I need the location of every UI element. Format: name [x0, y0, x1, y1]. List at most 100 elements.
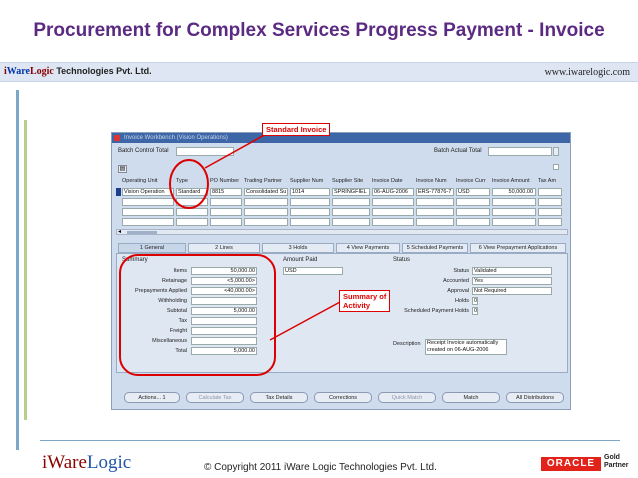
- empty-cell[interactable]: [122, 198, 174, 206]
- col-header: Type: [176, 178, 188, 184]
- corrections-button[interactable]: Corrections: [314, 392, 372, 403]
- tax-details-button[interactable]: Tax Details: [250, 392, 308, 403]
- general-panel: Summary Amount Paid Status Items 50,000.0…: [116, 253, 568, 373]
- summary-label: Freight: [169, 328, 187, 334]
- row-selector[interactable]: [116, 188, 121, 196]
- col-header: Invoice Curr: [456, 178, 486, 184]
- calculate-tax-button[interactable]: Calculate Tax: [186, 392, 244, 403]
- cell[interactable]: USD: [456, 188, 490, 196]
- empty-cell[interactable]: [372, 208, 414, 216]
- tab-lines[interactable]: 2 Lines: [188, 243, 260, 253]
- empty-cell[interactable]: [416, 218, 454, 226]
- description-field[interactable]: Receipt Invoice automatically created on…: [425, 339, 507, 355]
- match-button[interactable]: Match: [442, 392, 500, 403]
- empty-cell[interactable]: [176, 208, 208, 216]
- col-header: Supplier Num: [290, 178, 324, 184]
- col-header: Tax Am: [538, 178, 557, 184]
- status-value[interactable]: 0: [472, 307, 478, 315]
- batch-actual-total-field[interactable]: [488, 147, 552, 156]
- scroll-thumb[interactable]: [127, 231, 157, 234]
- all-distributions-button[interactable]: All Distributions: [506, 392, 564, 403]
- tab-general[interactable]: 1 General: [118, 243, 186, 253]
- empty-cell[interactable]: [176, 198, 208, 206]
- empty-cell[interactable]: [122, 218, 174, 226]
- cell-type[interactable]: Standard: [176, 188, 208, 196]
- folder-icon[interactable]: ▤: [118, 165, 127, 173]
- empty-cell[interactable]: [290, 208, 330, 216]
- status-label: Status: [453, 268, 469, 274]
- cell[interactable]: 1014: [290, 188, 330, 196]
- tab-scheduled-payments[interactable]: 5 Scheduled Payments: [402, 243, 468, 253]
- cell[interactable]: 06-AUG-2006: [372, 188, 414, 196]
- summary-label: Subtotal: [166, 308, 187, 314]
- horizontal-scrollbar[interactable]: ◂: [116, 229, 568, 235]
- summary-value[interactable]: [191, 337, 257, 345]
- empty-cell[interactable]: [210, 198, 242, 206]
- status-value[interactable]: Validated: [472, 267, 552, 275]
- empty-cell[interactable]: [492, 208, 536, 216]
- empty-cell[interactable]: [456, 198, 490, 206]
- summary-value[interactable]: 5,000.00: [191, 307, 257, 315]
- empty-cell[interactable]: [372, 218, 414, 226]
- empty-cell[interactable]: [372, 198, 414, 206]
- empty-cell[interactable]: [210, 218, 242, 226]
- batch-control-total-field[interactable]: [176, 147, 234, 156]
- quick-match-button[interactable]: Quick Match: [378, 392, 436, 403]
- cell[interactable]: [538, 188, 562, 196]
- empty-cell[interactable]: [416, 198, 454, 206]
- summary-value[interactable]: 5,000.00: [191, 347, 257, 355]
- empty-cell[interactable]: [538, 218, 562, 226]
- empty-cell[interactable]: [332, 198, 370, 206]
- empty-cell[interactable]: [122, 208, 174, 216]
- checkbox-top[interactable]: [553, 147, 559, 156]
- empty-cell[interactable]: [244, 218, 288, 226]
- amount-paid-currency[interactable]: USD: [283, 267, 343, 275]
- partner-line1: Gold: [604, 454, 620, 461]
- batch-actual-total-label: Batch Actual Total: [434, 148, 482, 154]
- summary-value[interactable]: [191, 317, 257, 325]
- empty-cell[interactable]: [492, 198, 536, 206]
- empty-cell[interactable]: [538, 198, 562, 206]
- description-label: Description: [393, 341, 421, 347]
- empty-cell[interactable]: [416, 208, 454, 216]
- tab-holds[interactable]: 3 Holds: [262, 243, 334, 253]
- close-icon[interactable]: [114, 135, 120, 141]
- status-value[interactable]: Yes: [472, 277, 552, 285]
- empty-cell[interactable]: [210, 208, 242, 216]
- summary-value[interactable]: <5,000.00>: [191, 277, 257, 285]
- empty-cell[interactable]: [290, 218, 330, 226]
- actions-button[interactable]: Actions... 1: [124, 392, 180, 403]
- summary-value[interactable]: [191, 327, 257, 335]
- empty-cell[interactable]: [456, 208, 490, 216]
- batch-control-total-label: Batch Control Total: [118, 148, 169, 154]
- cell[interactable]: 50,000.00: [492, 188, 536, 196]
- status-value[interactable]: Not Required: [472, 287, 552, 295]
- tab-view-prepayment-applications[interactable]: 6 View Prepayment Applications: [470, 243, 566, 253]
- summary-value[interactable]: 50,000.00: [191, 267, 257, 275]
- brand-rest: Technologies Pvt. Ltd.: [53, 66, 152, 76]
- empty-cell[interactable]: [244, 198, 288, 206]
- partner-line2: Partner: [604, 462, 629, 469]
- cell[interactable]: 8815: [210, 188, 242, 196]
- tab-view-payments[interactable]: 4 View Payments: [336, 243, 400, 253]
- empty-cell[interactable]: [332, 208, 370, 216]
- scroll-left-icon[interactable]: ◂: [118, 228, 121, 235]
- empty-cell[interactable]: [492, 218, 536, 226]
- empty-cell[interactable]: [244, 208, 288, 216]
- col-header: Operating Unit: [122, 178, 158, 184]
- status-value[interactable]: 0: [472, 297, 478, 305]
- cell[interactable]: Vision Operation: [122, 188, 174, 196]
- checkbox-grid[interactable]: [553, 164, 559, 170]
- summary-callout-line2: Activity: [343, 301, 371, 310]
- cell[interactable]: ERS-77876-7: [416, 188, 454, 196]
- summary-value[interactable]: [191, 297, 257, 305]
- empty-cell[interactable]: [332, 218, 370, 226]
- cell[interactable]: Consolidated Su: [244, 188, 288, 196]
- empty-cell[interactable]: [290, 198, 330, 206]
- summary-value[interactable]: <40,000.00>: [191, 287, 257, 295]
- cell[interactable]: SPRINGFIEL: [332, 188, 370, 196]
- empty-cell[interactable]: [456, 218, 490, 226]
- button-row: Actions... 1 Calculate Tax Tax Details C…: [116, 392, 568, 404]
- empty-cell[interactable]: [176, 218, 208, 226]
- empty-cell[interactable]: [538, 208, 562, 216]
